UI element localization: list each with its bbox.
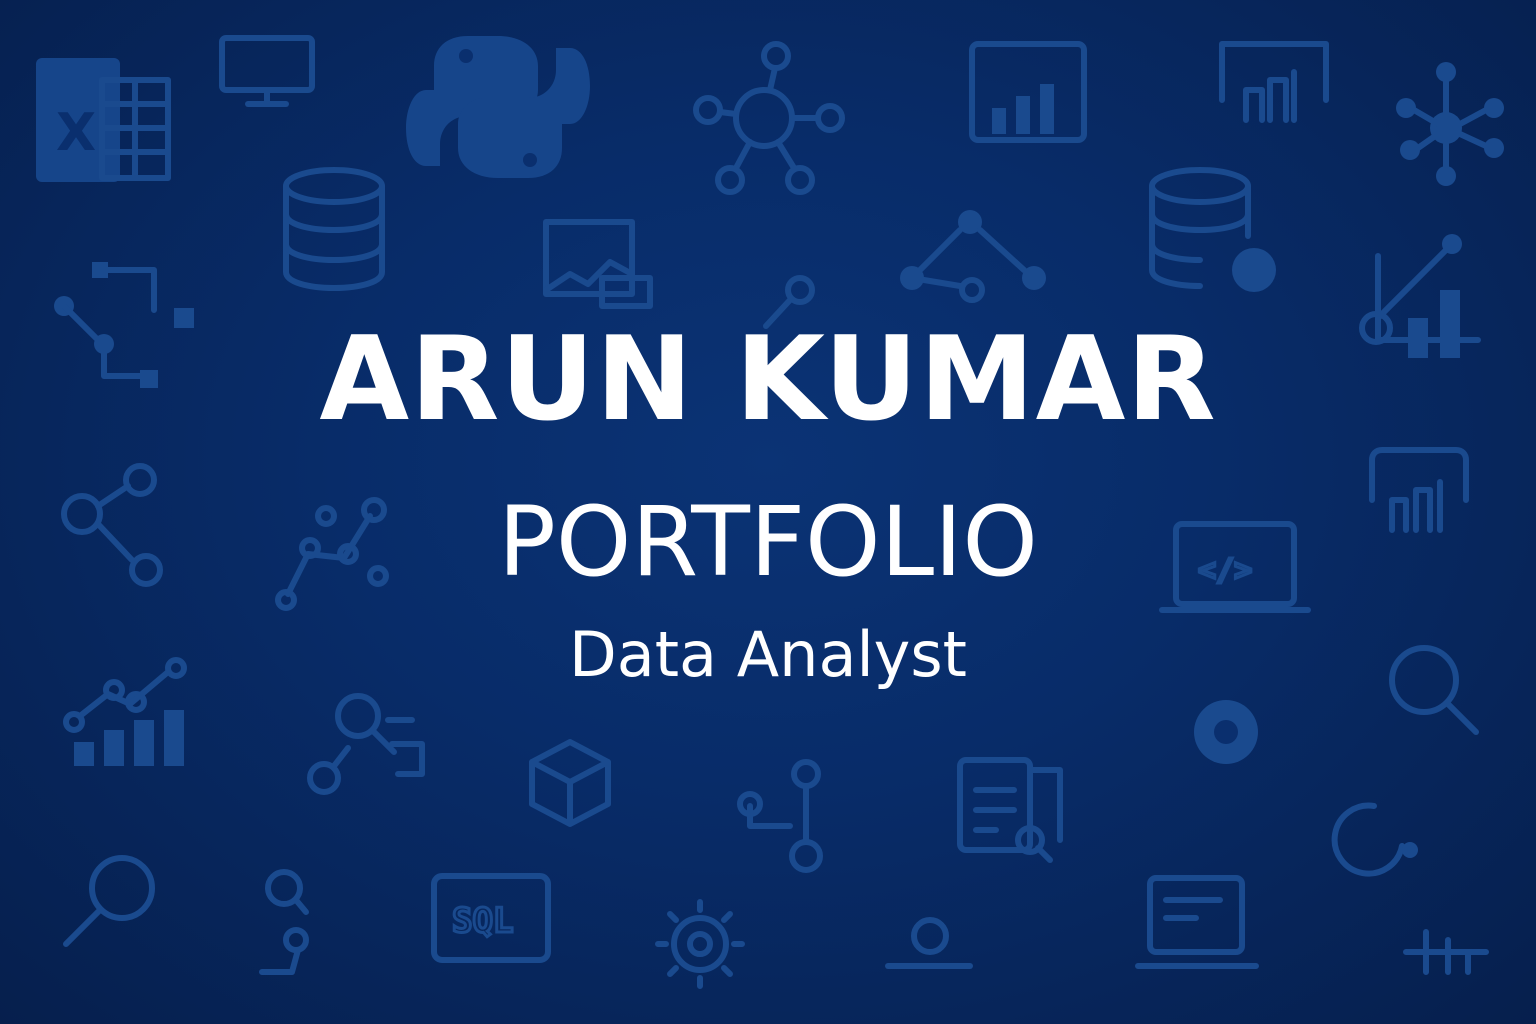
hero: ARUN KUMAR PORTFOLIO Data Analyst (0, 0, 1536, 1024)
role-text: Data Analyst (569, 618, 967, 691)
name-heading: ARUN KUMAR (319, 312, 1217, 447)
portfolio-subtitle: PORTFOLIO (498, 486, 1038, 598)
